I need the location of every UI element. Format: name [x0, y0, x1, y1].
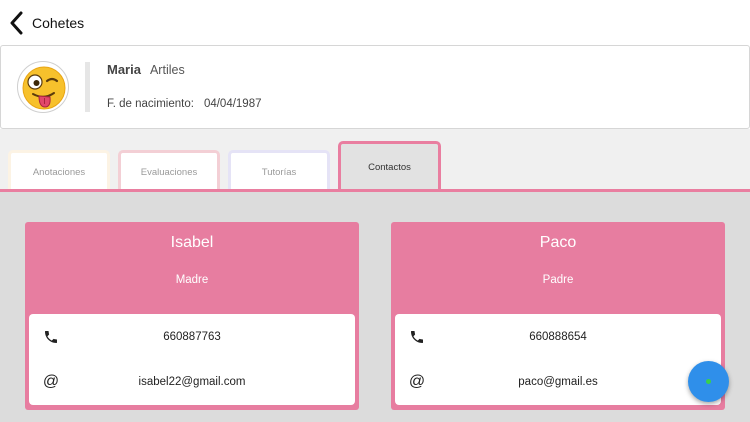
tab-label: Contactos — [368, 162, 411, 173]
contact-name: Isabel — [170, 234, 214, 251]
student-first-name: Maria — [107, 62, 141, 77]
student-last-name: Artiles — [149, 63, 185, 77]
profile-divider — [85, 62, 90, 112]
at-sign-icon: @ — [42, 373, 60, 390]
student-profile-card: Maria Artiles F. de nacimiento: 04/04/19… — [0, 45, 750, 129]
winking-tongue-emoji-icon — [18, 66, 68, 112]
tab-contactos[interactable]: Contactos — [338, 141, 441, 192]
birth-date-label: F. de nacimiento: — [107, 98, 194, 110]
birth-date-row: F. de nacimiento: 04/04/1987 — [107, 98, 262, 110]
tab-tutorias[interactable]: Tutorías — [228, 150, 330, 192]
contact-relation: Padre — [542, 274, 574, 286]
chevron-left-icon — [10, 11, 24, 35]
phone-icon — [41, 327, 61, 347]
tab-anotaciones[interactable]: Anotaciones — [8, 150, 110, 192]
contact-details: 660888654 @ paco@gmail.es — [395, 314, 721, 405]
back-button[interactable]: Cohetes — [10, 10, 84, 36]
tab-label: Anotaciones — [32, 167, 86, 178]
contact-phone-row[interactable]: 660887763 — [29, 317, 355, 357]
contact-phone-row[interactable]: 660888654 — [395, 317, 721, 357]
contact-relation: Madre — [175, 274, 209, 286]
contacts-panel: Isabel Madre 660887763 @ isabel22@gmail.… — [0, 192, 750, 422]
contact-email: isabel22@gmail.com — [138, 376, 246, 388]
contact-card: Paco Padre 660888654 @ paco@gmail.es — [391, 222, 725, 410]
navigation-bar: Cohetes — [0, 0, 750, 46]
contact-name: Paco — [539, 234, 577, 251]
status-dot-icon — [706, 379, 711, 384]
contact-email: paco@gmail.es — [518, 376, 598, 388]
tab-bar: Anotaciones Evaluaciones Tutorías Contac… — [0, 129, 750, 192]
contact-phone: 660888654 — [529, 331, 587, 343]
tab-label: Tutorías — [261, 167, 297, 178]
birth-date-value: 04/04/1987 — [203, 98, 262, 110]
back-button-label: Cohetes — [32, 15, 85, 31]
at-sign-icon: @ — [408, 373, 426, 390]
contact-email-row[interactable]: @ paco@gmail.es — [395, 362, 721, 402]
phone-icon — [407, 327, 427, 347]
tab-label: Evaluaciones — [140, 167, 198, 178]
avatar — [17, 61, 69, 113]
contact-email-row[interactable]: @ isabel22@gmail.com — [29, 362, 355, 402]
contact-phone: 660887763 — [163, 331, 221, 343]
student-name: Maria Artiles — [107, 62, 185, 77]
tab-evaluaciones[interactable]: Evaluaciones — [118, 150, 220, 192]
floating-action-button[interactable] — [688, 361, 729, 402]
contact-card: Isabel Madre 660887763 @ isabel22@gmail.… — [25, 222, 359, 410]
contact-details: 660887763 @ isabel22@gmail.com — [29, 314, 355, 405]
